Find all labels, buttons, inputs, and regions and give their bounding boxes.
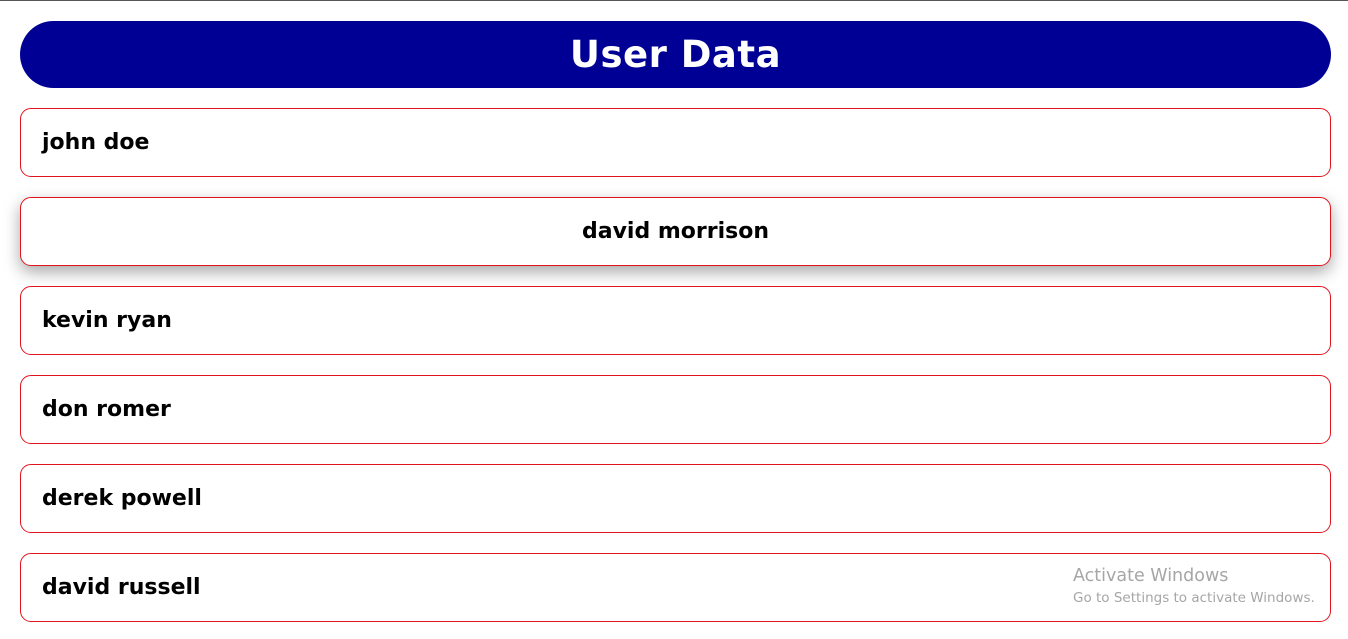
user-card[interactable]: kevin ryan — [20, 286, 1331, 355]
user-name: derek powell — [42, 486, 202, 511]
watermark-subtitle: Go to Settings to activate Windows. — [1073, 590, 1315, 606]
user-card[interactable]: john doe — [20, 108, 1331, 177]
user-name: john doe — [42, 130, 150, 155]
user-name: don romer — [42, 397, 171, 422]
user-name: david morrison — [581, 219, 770, 244]
window-top-border — [0, 0, 1348, 1]
page-title: User Data — [569, 33, 782, 76]
user-card[interactable]: david morrison — [20, 197, 1331, 266]
page-header: User Data — [20, 21, 1331, 88]
watermark-title: Activate Windows — [1073, 566, 1229, 586]
user-name: david russell — [42, 575, 201, 600]
user-name: kevin ryan — [42, 308, 172, 333]
user-card[interactable]: don romer — [20, 375, 1331, 444]
activate-windows-watermark: Activate Windows Go to Settings to activ… — [1073, 565, 1315, 607]
user-card[interactable]: derek powell — [20, 464, 1331, 533]
